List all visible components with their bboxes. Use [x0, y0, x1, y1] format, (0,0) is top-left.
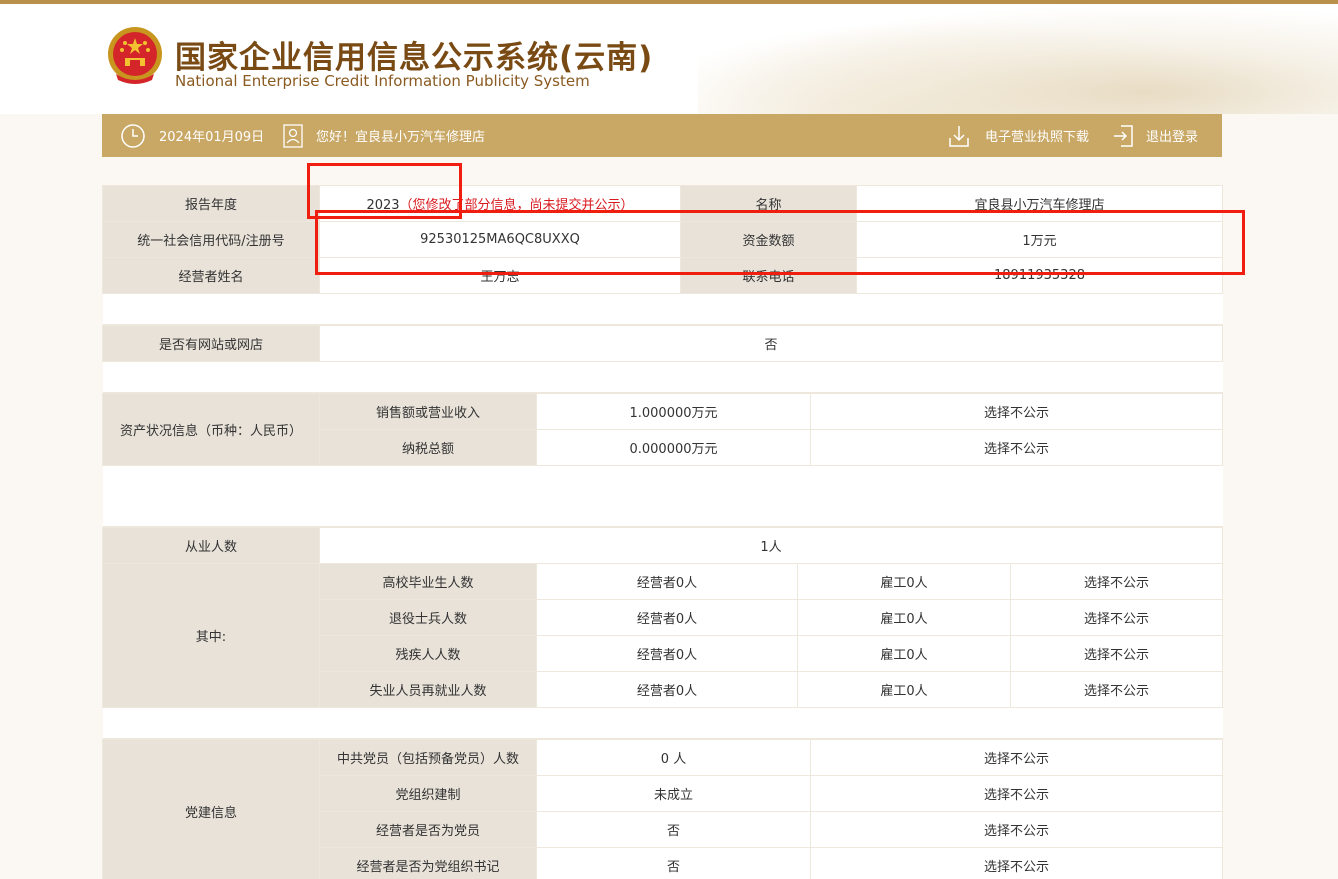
website-label: 是否有网站或网店	[102, 325, 320, 362]
party-item-value: 否	[536, 847, 811, 879]
party-item-value: 否	[536, 811, 811, 848]
disclosure-status: 选择不公示	[1009, 671, 1224, 708]
operator-name-value: 王万志	[319, 257, 681, 294]
disclosure-status: 选择不公示	[1009, 563, 1224, 600]
asset-item-status: 选择不公示	[810, 393, 1223, 430]
section-spacer	[102, 361, 1223, 393]
party-item-status: 选择不公示	[810, 847, 1223, 879]
hired-count: 雇工0人	[797, 563, 1011, 600]
party-item-name: 党组织建制	[319, 775, 537, 812]
clock-icon	[121, 123, 145, 148]
download-icon	[949, 125, 969, 147]
report-year-value: 2023	[366, 198, 400, 213]
employees-table: 从业人数 1人 其中: 高校毕业生人数 经营者0人 雇工0人 选择不公示 退役士…	[102, 527, 1224, 739]
asset-item-value: 0.000000万元	[536, 429, 811, 466]
asset-item-name: 纳税总额	[319, 429, 537, 466]
report-year-label: 报告年度	[102, 185, 320, 222]
download-label: 电子营业执照下载	[985, 130, 1090, 145]
employee-category: 高校毕业生人数	[319, 563, 537, 600]
hired-count: 雇工0人	[797, 599, 1011, 636]
operator-count: 经营者0人	[536, 671, 798, 708]
disclosure-status: 选择不公示	[1009, 599, 1224, 636]
employee-category: 残疾人人数	[319, 635, 537, 672]
name-value: 宜良县小万汽车修理店	[856, 185, 1223, 222]
operator-name-label: 经营者姓名	[102, 257, 320, 294]
table-row: 统一社会信用代码/注册号 92530125MA6QC8UXXQ 资金数额 1万元	[102, 221, 1223, 258]
report-content: 报告年度 2023（您修改了部分信息，尚未提交并公示） 名称 宜良县小万汽车修理…	[102, 185, 1224, 879]
party-item-status: 选择不公示	[810, 775, 1223, 812]
assets-label: 资产状况信息（币种：人民币）	[102, 393, 320, 466]
section-spacer	[102, 293, 1223, 325]
employee-category: 退役士兵人数	[319, 599, 537, 636]
website-value: 否	[319, 325, 1223, 362]
site-header: 国家企业信用信息公示系统(云南) National Enterprise Cre…	[0, 4, 1338, 114]
hired-count: 雇工0人	[797, 671, 1011, 708]
license-download-button[interactable]: 电子营业执照下载	[947, 114, 1089, 157]
party-item-status: 选择不公示	[810, 739, 1223, 776]
disclosure-status: 选择不公示	[1009, 635, 1224, 672]
logout-button[interactable]: 退出登录	[1112, 114, 1198, 157]
asset-item-value: 1.000000万元	[536, 393, 811, 430]
unsubmitted-warning: （您修改了部分信息，尚未提交并公示）	[399, 198, 634, 213]
logout-icon	[1114, 124, 1133, 147]
asset-item-name: 销售额或营业收入	[319, 393, 537, 430]
site-title: 国家企业信用信息公示系统(云南)	[175, 40, 654, 76]
table-row: 资产状况信息（币种：人民币） 销售额或营业收入 1.000000万元 选择不公示	[102, 393, 1223, 466]
greeting-text: 您好！宜良县小万汽车修理店	[316, 130, 486, 145]
operator-count: 经营者0人	[536, 599, 798, 636]
party-item-name: 经营者是否为党员	[319, 811, 537, 848]
report-year-cell: 2023（您修改了部分信息，尚未提交并公示）	[319, 185, 681, 222]
nav-greeting: 您好！宜良县小万汽车修理店	[283, 114, 485, 157]
logout-label: 退出登录	[1146, 130, 1199, 145]
credit-code-label: 统一社会信用代码/注册号	[102, 221, 320, 258]
section-spacer	[102, 707, 1223, 739]
party-info-label: 党建信息	[102, 739, 320, 879]
table-row: 报告年度 2023（您修改了部分信息，尚未提交并公示） 名称 宜良县小万汽车修理…	[102, 185, 1223, 222]
header-landscape-art	[698, 4, 1338, 114]
party-item-value: 0 人	[536, 739, 811, 776]
phone-value: 18911935328	[856, 257, 1223, 294]
table-row: 党建信息 中共党员（包括预备党员）人数 0 人 选择不公示	[102, 739, 1223, 879]
top-nav-bar: 2024年01月09日 您好！宜良县小万汽车修理店 电子营业执照下载 退出登录	[102, 114, 1222, 157]
party-table: 党建信息 中共党员（包括预备党员）人数 0 人 选择不公示 党组织建制 未成立 …	[102, 739, 1223, 879]
party-item-name: 经营者是否为党组织书记	[319, 847, 537, 879]
employee-count-value: 1人	[318, 527, 1224, 564]
employee-category: 失业人员再就业人数	[319, 671, 537, 708]
capital-label: 资金数额	[680, 221, 857, 258]
capital-value: 1万元	[856, 221, 1223, 258]
employee-count-label: 从业人数	[102, 527, 320, 564]
party-item-value: 未成立	[536, 775, 811, 812]
table-row: 从业人数 1人	[102, 527, 1224, 564]
table-row: 是否有网站或网店 否	[102, 325, 1223, 362]
section-spacer	[102, 465, 1223, 527]
phone-label: 联系电话	[680, 257, 857, 294]
user-badge-icon	[283, 123, 303, 148]
employee-breakdown-label: 其中:	[102, 563, 320, 708]
table-row: 其中: 高校毕业生人数 经营者0人 雇工0人 选择不公示	[102, 563, 1224, 708]
operator-count: 经营者0人	[536, 635, 798, 672]
assets-table: 资产状况信息（币种：人民币） 销售额或营业收入 1.000000万元 选择不公示…	[102, 393, 1223, 527]
basic-info-table: 报告年度 2023（您修改了部分信息，尚未提交并公示） 名称 宜良县小万汽车修理…	[102, 185, 1223, 325]
party-item-status: 选择不公示	[810, 811, 1223, 848]
table-row: 经营者姓名 王万志 联系电话 18911935328	[102, 257, 1223, 294]
party-item-name: 中共党员（包括预备党员）人数	[319, 739, 537, 776]
name-label: 名称	[680, 185, 857, 222]
website-table: 是否有网站或网店 否	[102, 325, 1223, 393]
nav-date: 2024年01月09日	[120, 114, 264, 157]
operator-count: 经营者0人	[536, 563, 798, 600]
date-text: 2024年01月09日	[159, 130, 265, 145]
national-emblem-icon	[108, 27, 162, 84]
hired-count: 雇工0人	[797, 635, 1011, 672]
asset-item-status: 选择不公示	[810, 429, 1223, 466]
site-subtitle: National Enterprise Credit Information P…	[175, 72, 590, 90]
credit-code-value: 92530125MA6QC8UXXQ	[319, 221, 681, 258]
